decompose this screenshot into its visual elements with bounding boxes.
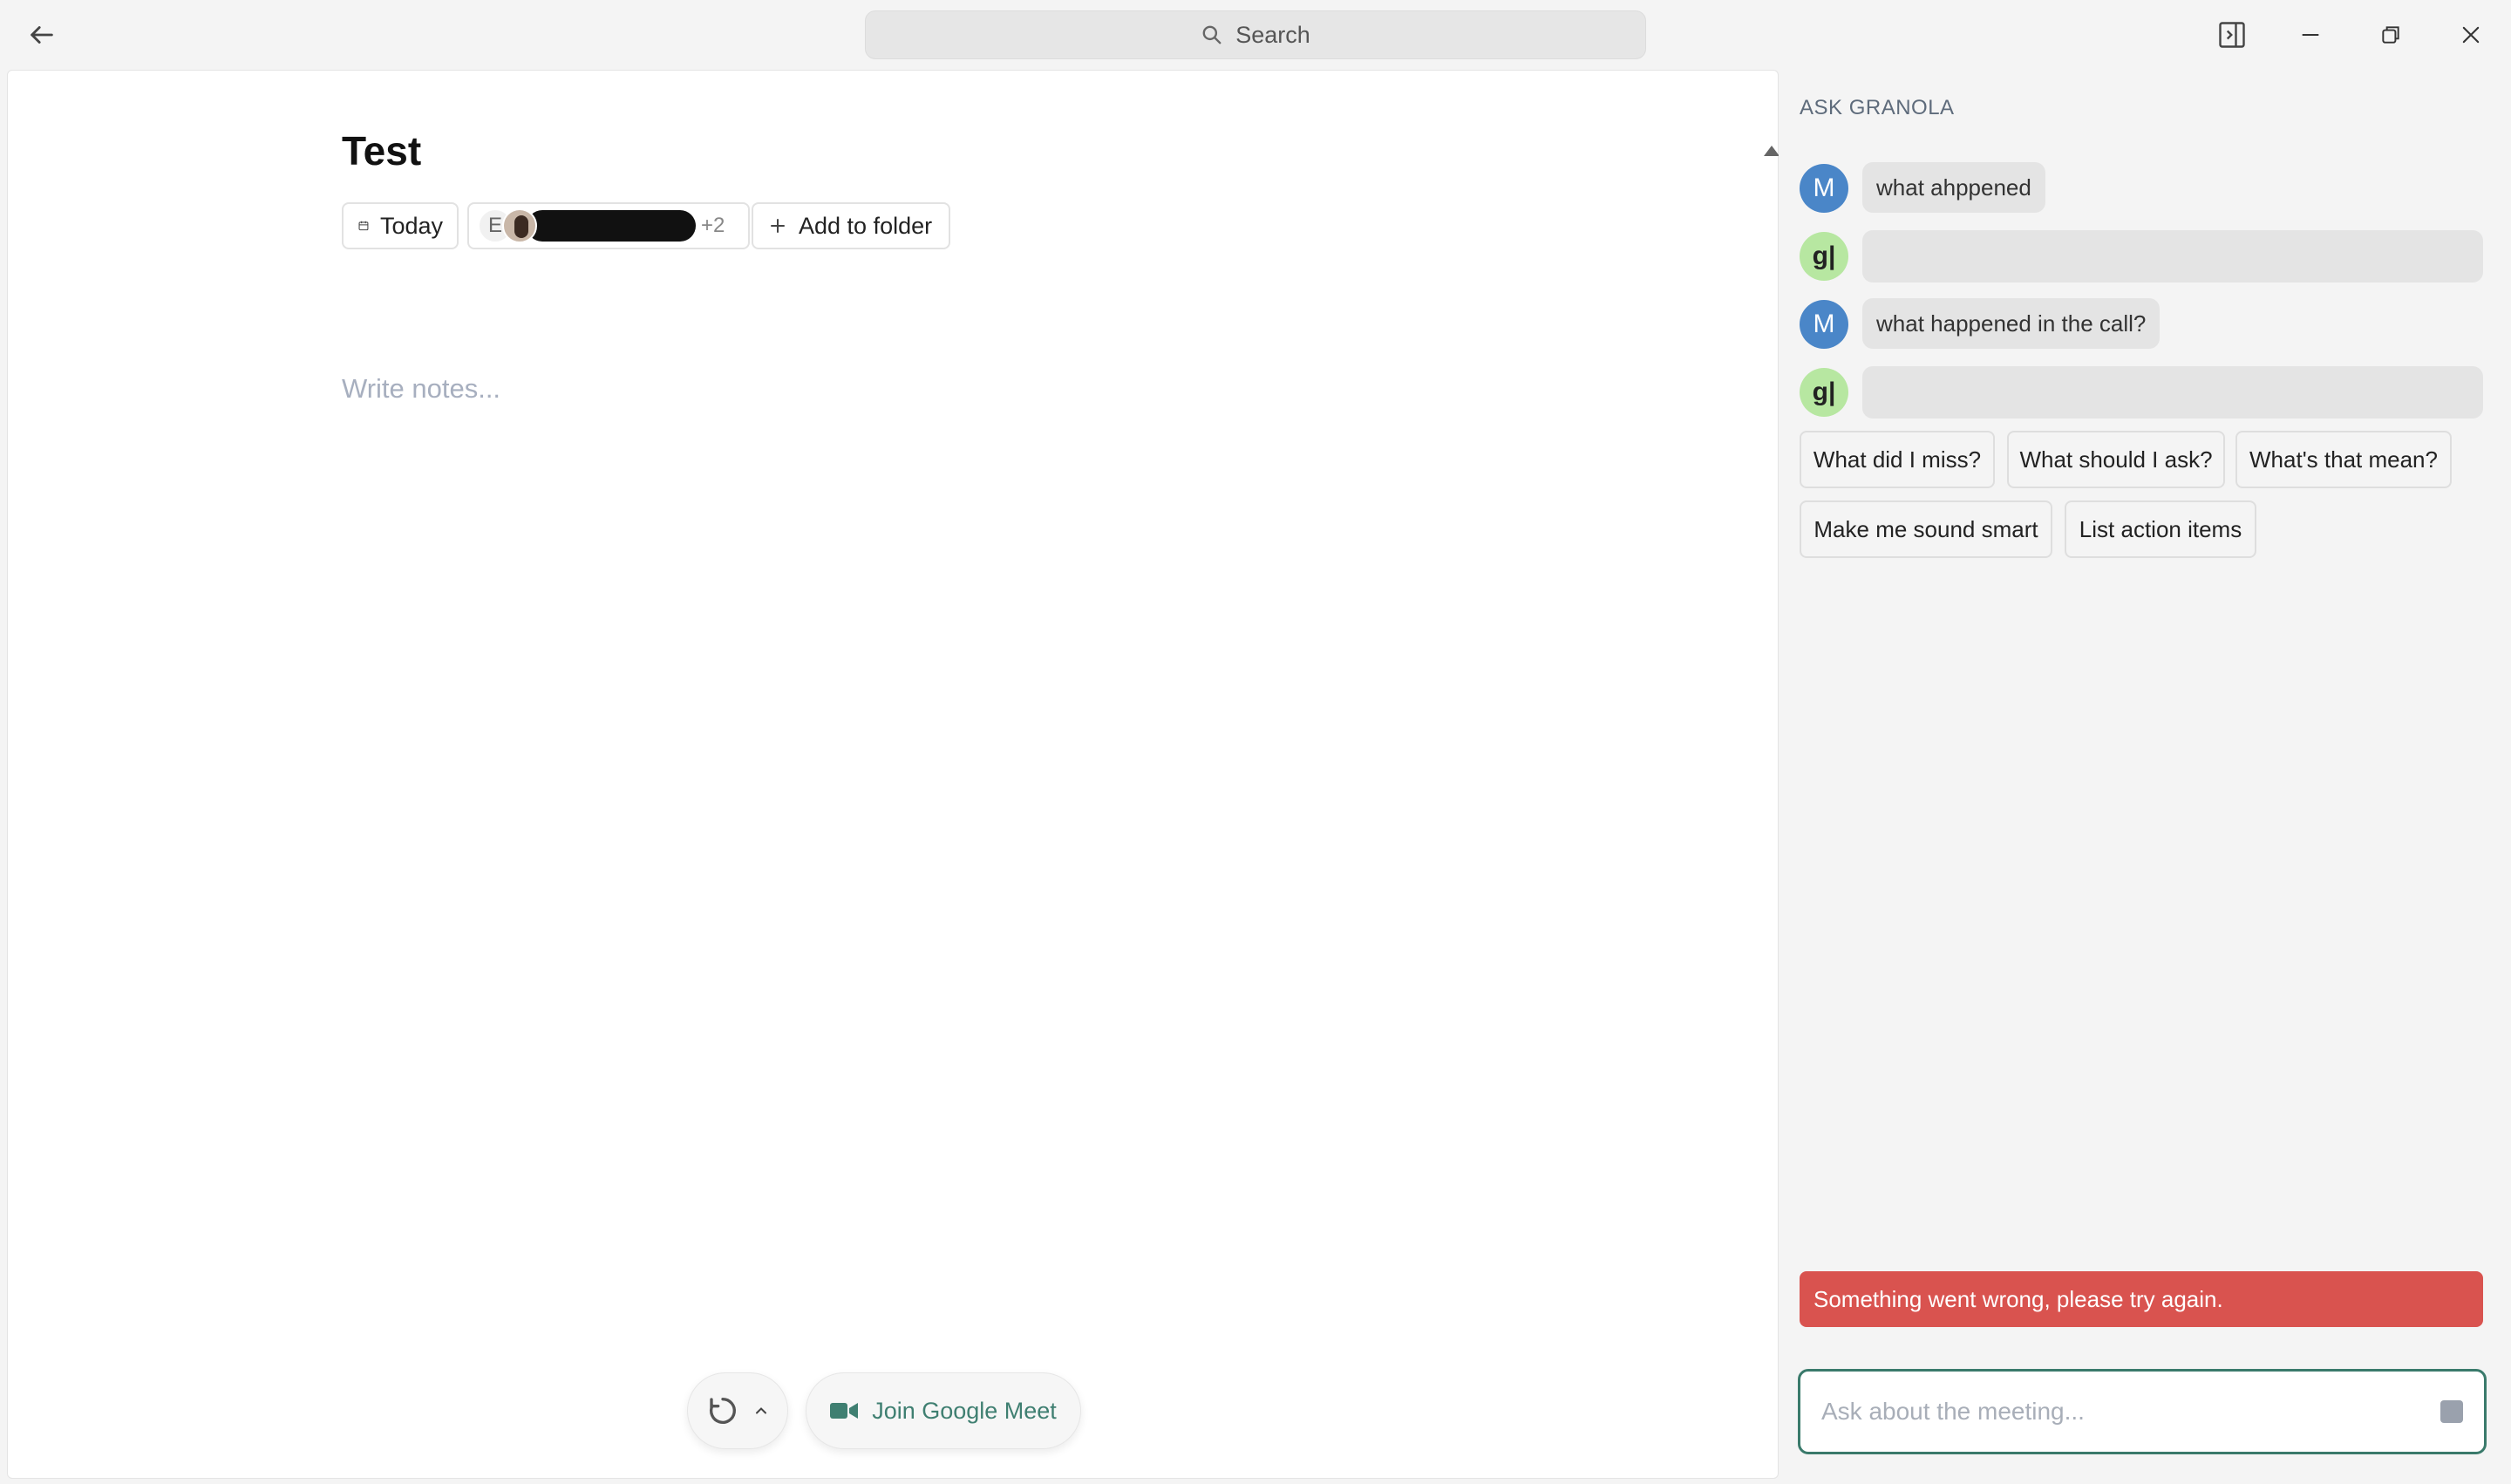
recording-control[interactable] xyxy=(687,1372,788,1449)
attendee-more-count: +2 xyxy=(701,214,725,237)
error-banner: Something went wrong, please try again. xyxy=(1800,1271,2483,1327)
user-message: what happened in the call? xyxy=(1862,298,2161,349)
granola-avatar: g| xyxy=(1800,232,1848,281)
suggestion-list-action-items[interactable]: List action items xyxy=(2065,500,2256,558)
title-bar: Search xyxy=(0,0,2511,70)
video-camera-icon xyxy=(830,1403,859,1419)
panel-heading: ASK GRANOLA xyxy=(1800,96,1955,119)
date-chip[interactable]: Today xyxy=(342,202,459,249)
attendees-chip[interactable]: E +2 xyxy=(467,202,750,249)
join-google-meet-button[interactable]: Join Google Meet xyxy=(806,1372,1081,1449)
note-editor xyxy=(7,70,1779,1479)
minimize-icon xyxy=(2302,33,2319,37)
maximize-button[interactable] xyxy=(2372,16,2410,54)
note-title[interactable]: Test xyxy=(342,127,421,174)
ask-meeting-input[interactable] xyxy=(1821,1398,2430,1426)
close-button[interactable] xyxy=(2452,16,2490,54)
suggestion-whats-that-mean[interactable]: What's that mean? xyxy=(2235,431,2452,488)
search-bar[interactable]: Search xyxy=(865,10,1646,59)
add-to-folder-label: Add to folder xyxy=(799,212,933,239)
notes-input[interactable]: Write notes... xyxy=(342,373,500,405)
chevron-up-icon xyxy=(756,1407,766,1414)
stop-button[interactable] xyxy=(2440,1400,2463,1423)
search-label: Search xyxy=(1235,21,1310,48)
loading-spinner-icon xyxy=(709,1398,736,1424)
scroll-up-arrow[interactable] xyxy=(1764,146,1779,156)
suggestion-what-did-i-miss[interactable]: What did I miss? xyxy=(1800,431,1995,488)
suggestion-what-should-i-ask[interactable]: What should I ask? xyxy=(2007,431,2225,488)
granola-avatar: g| xyxy=(1800,368,1848,417)
toggle-sidebar-button[interactable] xyxy=(2213,16,2251,54)
assistant-message xyxy=(1862,230,2483,283)
assistant-message xyxy=(1862,366,2483,419)
add-to-folder-button[interactable]: Add to folder xyxy=(752,202,950,249)
restore-icon xyxy=(2382,26,2399,44)
arrow-left-icon xyxy=(31,26,53,44)
suggestion-make-me-sound-smart[interactable]: Make me sound smart xyxy=(1800,500,2052,558)
user-avatar: M xyxy=(1800,164,1848,213)
date-chip-label: Today xyxy=(379,212,443,239)
minimize-button[interactable] xyxy=(2291,16,2330,54)
sidebar-panel-icon xyxy=(2219,22,2245,48)
app-window: Search Test Today E +2 Add to folder Wri… xyxy=(0,0,2511,1484)
ask-input-box xyxy=(1798,1369,2487,1454)
search-icon xyxy=(1202,25,1221,44)
calendar-icon xyxy=(358,221,369,231)
join-google-meet-label: Join Google Meet xyxy=(872,1397,1057,1424)
close-icon xyxy=(2462,26,2480,44)
user-message: what ahppened xyxy=(1862,162,2045,213)
ask-granola-panel: ASK GRANOLA M what ahppened g| M what ha… xyxy=(1779,70,2511,1484)
redacted-attendee-name xyxy=(527,210,696,242)
plus-icon xyxy=(771,219,785,233)
attendee-photo-avatar xyxy=(502,208,537,243)
user-avatar: M xyxy=(1800,300,1848,349)
back-button[interactable] xyxy=(24,17,59,52)
